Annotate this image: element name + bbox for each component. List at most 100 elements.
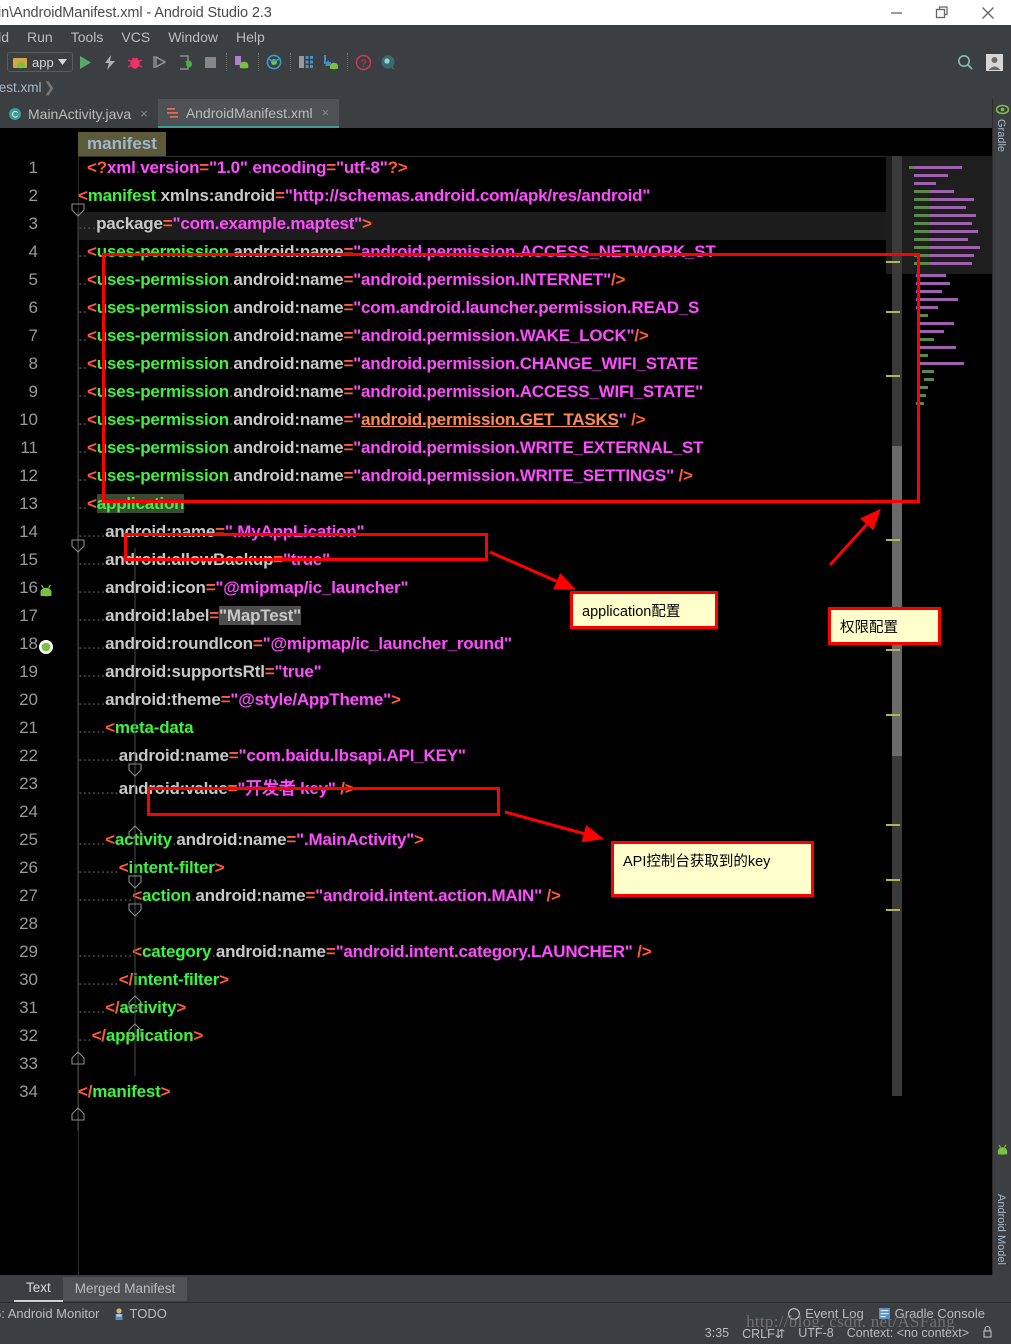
code-line[interactable]: ..<uses-permission.android:name="android… bbox=[78, 326, 649, 346]
code-line[interactable]: ......android:allowBackup="true" bbox=[78, 550, 330, 570]
warning-marker[interactable] bbox=[886, 375, 900, 377]
code-line[interactable]: .........android:value="开发者 key" /> bbox=[78, 774, 355, 799]
code-line[interactable]: ..<uses-permission.android:name="android… bbox=[78, 354, 698, 374]
code-line[interactable]: </manifest> bbox=[78, 1082, 171, 1102]
android-monitor-button[interactable]: 6: Android Monitor bbox=[0, 1306, 100, 1321]
android-gutter-icon[interactable] bbox=[38, 583, 54, 599]
code-editor[interactable]: manifest 1 2 3 4 5 6 7 8 9 10 11 12 13 14 15 16 17 18 19 20… bbox=[0, 128, 992, 1275]
warning-marker[interactable] bbox=[886, 261, 900, 263]
svg-text:?: ? bbox=[360, 58, 366, 69]
menu-item-run[interactable]: Run bbox=[18, 29, 62, 45]
code-line[interactable]: <?xml.version="1.0".encoding="utf-8"?> bbox=[78, 158, 408, 178]
warning-marker[interactable] bbox=[886, 539, 900, 541]
tab-close-icon[interactable]: × bbox=[322, 105, 330, 120]
code-line[interactable]: ............<category.android:name="andr… bbox=[78, 942, 652, 962]
code-line[interactable]: ..<uses-permission.android:name="android… bbox=[78, 438, 704, 458]
line-number: 16 bbox=[19, 578, 38, 597]
search-icon[interactable] bbox=[953, 49, 978, 75]
sdk-manager-button[interactable] bbox=[230, 49, 255, 75]
code-line[interactable]: ............<action.android:name="androi… bbox=[78, 886, 561, 906]
apply-changes-button[interactable] bbox=[98, 49, 123, 75]
color-preview-gutter-icon[interactable] bbox=[38, 639, 54, 655]
android-model-tool-label[interactable]: Android Model bbox=[995, 1194, 1007, 1265]
code-line[interactable]: ..<uses-permission.android:name="android… bbox=[78, 242, 716, 262]
line-number-gutter[interactable]: 1 2 3 4 5 6 7 8 9 10 11 12 13 14 15 16 17 18 19 20 21 22 23 24 2… bbox=[0, 156, 78, 1275]
restore-button[interactable] bbox=[919, 0, 965, 25]
code-line[interactable]: ......android:label="MapTest" bbox=[78, 606, 301, 626]
callout-text: API控制台获取到的key bbox=[623, 854, 771, 870]
gradle-tool-label[interactable]: Gradle bbox=[995, 119, 1007, 152]
stop-button[interactable] bbox=[198, 49, 223, 75]
tab-close-icon[interactable]: × bbox=[140, 106, 148, 121]
avd-manager-button[interactable] bbox=[262, 49, 287, 75]
profile-icon[interactable] bbox=[982, 49, 1007, 75]
menu-item-window[interactable]: Window bbox=[159, 29, 227, 45]
search-everywhere-button[interactable] bbox=[376, 49, 401, 75]
code-line[interactable]: ..<uses-permission.android:name="android… bbox=[78, 382, 703, 402]
menu-item-build[interactable]: ild bbox=[0, 29, 18, 45]
run-button[interactable] bbox=[73, 49, 98, 75]
file-encoding[interactable]: UTF-8 bbox=[798, 1326, 833, 1340]
menu-item-vcs[interactable]: VCS bbox=[112, 29, 159, 45]
breadcrumb-path[interactable]: fest.xml bbox=[0, 80, 42, 95]
lock-icon[interactable] bbox=[982, 1325, 993, 1341]
warning-marker[interactable] bbox=[886, 714, 900, 716]
minimize-button[interactable] bbox=[873, 0, 919, 25]
line-number: 19 bbox=[19, 662, 38, 681]
tab-merged-manifest[interactable]: Merged Manifest bbox=[62, 1276, 188, 1301]
menu-item-help[interactable]: Help bbox=[227, 29, 274, 45]
code-line[interactable]: ......<meta-data bbox=[78, 718, 194, 738]
tab-text[interactable]: Text bbox=[14, 1276, 63, 1302]
code-line[interactable]: ......android:supportsRtl="true" bbox=[78, 662, 322, 682]
code-line[interactable]: ......android:theme="@style/AppTheme"> bbox=[78, 690, 401, 710]
close-button[interactable] bbox=[965, 0, 1011, 25]
line-number: 6 bbox=[28, 298, 38, 317]
layout-inspector-button[interactable] bbox=[294, 49, 319, 75]
android-model-icon[interactable] bbox=[996, 1142, 1009, 1160]
caret-position[interactable]: 3:35 bbox=[705, 1326, 729, 1340]
help-button[interactable]: ? bbox=[351, 49, 376, 75]
code-line[interactable]: ..<uses-permission.android:name="android… bbox=[78, 410, 646, 430]
line-separator[interactable]: CRLF⇵ bbox=[742, 1326, 785, 1341]
code-line[interactable]: ...</application> bbox=[78, 1026, 203, 1046]
toolbar-separator-2 bbox=[257, 53, 259, 71]
status-bar-divider bbox=[0, 1302, 1011, 1303]
code-line[interactable]: ......android:icon="@mipmap/ic_launcher" bbox=[78, 578, 409, 598]
tab-mainactivity-java[interactable]: C MainActivity.java × bbox=[0, 99, 158, 128]
warning-marker[interactable] bbox=[886, 909, 900, 911]
run-step-button[interactable] bbox=[148, 49, 173, 75]
code-minimap[interactable] bbox=[886, 156, 992, 1275]
code-line[interactable]: ..<uses-permission.android:name="com.and… bbox=[78, 298, 699, 318]
tab-androidmanifest-xml[interactable]: AndroidManifest.xml × bbox=[157, 99, 340, 128]
code-line[interactable]: ......android:roundIcon="@mipmap/ic_laun… bbox=[78, 634, 512, 654]
context-indicator[interactable]: Context: <no context> bbox=[847, 1326, 969, 1340]
api-key-callout: API控制台获取到的key bbox=[611, 841, 814, 897]
code-line[interactable]: ..<uses-permission.android:name="android… bbox=[78, 270, 625, 290]
warning-marker[interactable] bbox=[886, 879, 900, 881]
todo-button[interactable]: TODO bbox=[112, 1306, 167, 1321]
code-line[interactable]: ..<uses-permission.android:name="android… bbox=[78, 466, 693, 486]
code-line[interactable]: ..<application bbox=[78, 494, 185, 514]
warning-marker[interactable] bbox=[886, 824, 900, 826]
code-lines-area[interactable]: <?xml.version="1.0".encoding="utf-8"?> <m… bbox=[78, 156, 992, 1275]
menu-item-tools[interactable]: Tools bbox=[62, 29, 113, 45]
line-number: 32 bbox=[19, 1026, 38, 1045]
code-line[interactable]: ......android:name=".MyAppLication" bbox=[78, 522, 365, 542]
minimap-scroll-thumb bbox=[892, 446, 902, 756]
line-number: 18 bbox=[19, 634, 38, 653]
warning-marker[interactable] bbox=[886, 311, 900, 313]
debug-button[interactable] bbox=[123, 49, 148, 75]
attach-debugger-button[interactable] bbox=[173, 49, 198, 75]
code-line[interactable]: <manifest.xmlns:android="http://schemas.… bbox=[78, 186, 650, 206]
code-line[interactable]: ....package="com.example.maptest"> bbox=[78, 214, 372, 234]
warning-marker[interactable] bbox=[886, 649, 900, 651]
code-line[interactable]: .........</intent-filter> bbox=[78, 970, 229, 990]
device-monitor-button[interactable] bbox=[319, 49, 344, 75]
code-line[interactable]: ......<activity.android:name=".MainActiv… bbox=[78, 830, 424, 850]
code-line[interactable]: ......</activity> bbox=[78, 998, 186, 1018]
code-line[interactable]: .........<intent-filter> bbox=[78, 858, 225, 878]
code-line[interactable]: .........android:name="com.baidu.lbsapi.… bbox=[78, 746, 466, 766]
minimap-code-line bbox=[918, 330, 944, 333]
line-number: 3 bbox=[28, 214, 38, 233]
run-configuration-selector[interactable]: app bbox=[7, 52, 73, 72]
